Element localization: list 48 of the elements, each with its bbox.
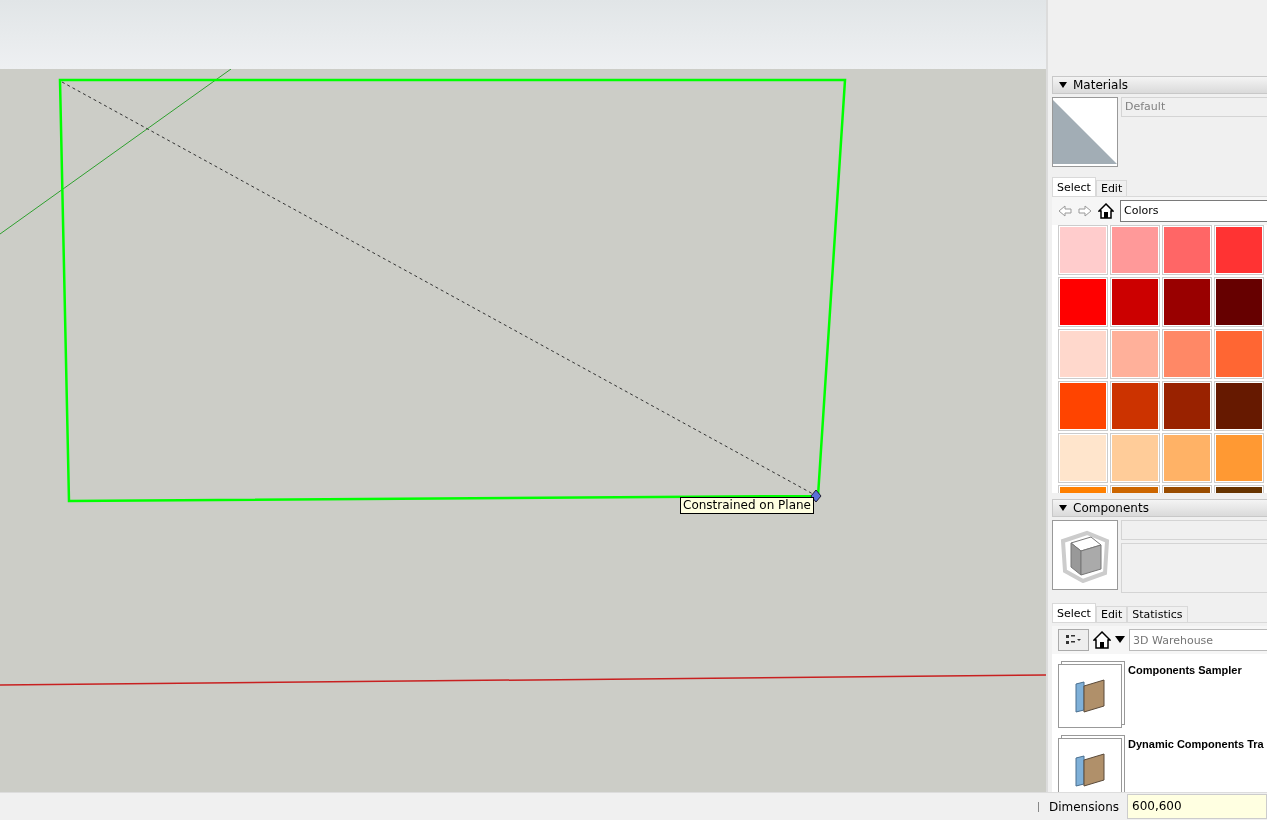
color-swatch[interactable] [1163,434,1211,482]
material-preview-drawing [1053,100,1117,164]
component-title[interactable]: Dynamic Components Tra [1128,738,1264,750]
panel-title: Components [1073,501,1149,515]
color-swatch[interactable] [1111,278,1159,326]
home-icon[interactable] [1098,203,1114,219]
color-swatch[interactable] [1111,330,1159,378]
tab[interactable]: Edit [1095,180,1128,196]
color-swatch[interactable] [1059,330,1107,378]
panel-header[interactable]: Materials [1052,76,1267,94]
endpoint-marker-icon [810,489,822,503]
dimensions-label: Dimensions [1048,799,1119,814]
view-options-button[interactable] [1058,629,1090,651]
color-swatch[interactable] [1111,434,1159,482]
library-dropdown[interactable]: Colors [1120,200,1267,222]
tab[interactable]: Select [1052,177,1096,196]
dropdown-arrow-icon[interactable] [1115,636,1125,644]
color-swatch[interactable] [1215,434,1263,482]
panel-title: Materials [1073,78,1128,92]
forward-arrow-icon[interactable] [1078,205,1092,217]
home-icon[interactable] [1093,631,1112,649]
panel-header[interactable]: Components [1052,499,1267,517]
back-arrow-icon[interactable] [1058,205,1072,217]
component-title[interactable]: Components Sampler [1128,664,1242,676]
color-swatch[interactable] [1059,382,1107,430]
tab[interactable]: Statistics [1127,606,1188,622]
color-swatch[interactable] [1215,278,1263,326]
color-swatch[interactable] [1215,226,1263,274]
tab[interactable]: Select [1052,603,1096,622]
color-swatch[interactable] [1163,226,1211,274]
component-description-field[interactable] [1121,543,1267,593]
color-swatch[interactable] [1059,278,1107,326]
grid-icon [1065,635,1082,645]
color-swatch[interactable] [1111,382,1159,430]
color-swatch[interactable] [1163,330,1211,378]
color-swatch[interactable] [1215,382,1263,430]
color-swatch[interactable] [1059,226,1107,274]
color-swatch[interactable] [1163,278,1211,326]
dimensions-field[interactable]: 600,600 [1127,794,1267,819]
inference-tooltip: Constrained on Plane [680,497,814,514]
color-swatch[interactable] [1111,226,1159,274]
color-swatch[interactable] [1059,434,1107,482]
color-swatch[interactable] [1163,382,1211,430]
tab[interactable]: Edit [1095,606,1128,622]
search-field[interactable]: 3D Warehouse [1129,629,1267,651]
color-swatch[interactable] [1215,330,1263,378]
component-name-field[interactable] [1121,520,1267,540]
material-name-field[interactable]: Default [1121,97,1267,117]
